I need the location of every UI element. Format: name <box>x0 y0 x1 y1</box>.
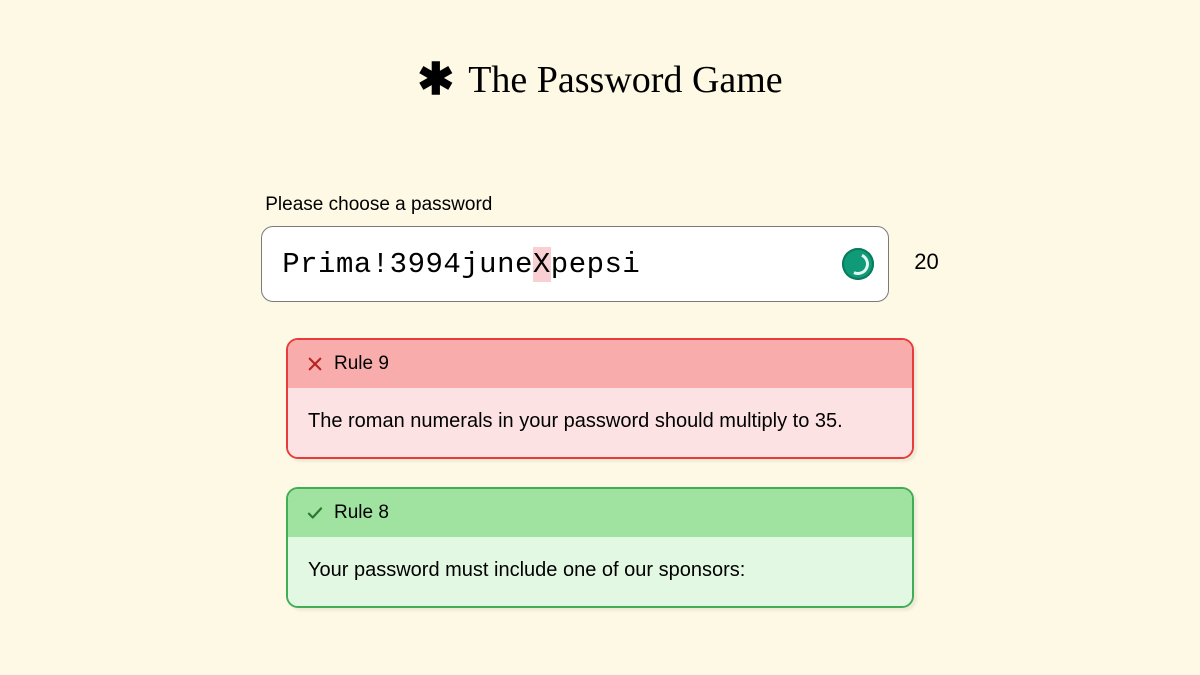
rule-header: Rule 9 <box>288 340 912 388</box>
rule-card: Rule 9 The roman numerals in your passwo… <box>286 338 914 459</box>
password-value: Prima!3994juneXpepsi <box>282 248 640 281</box>
rule-header: Rule 8 <box>288 489 912 537</box>
password-section: Please choose a password Prima!3994juneX… <box>261 194 938 302</box>
password-label: Please choose a password <box>265 194 889 216</box>
char-count: 20 <box>914 249 938 275</box>
page-title: ✱ The Password Game <box>417 58 782 102</box>
title-text: The Password Game <box>468 58 782 102</box>
grammarly-icon[interactable] <box>842 248 874 280</box>
rule-card: Rule 8 Your password must include one of… <box>286 487 914 608</box>
rule-body: Your password must include one of our sp… <box>288 537 912 606</box>
rule-body: The roman numerals in your password shou… <box>288 388 912 457</box>
rules-list: Rule 9 The roman numerals in your passwo… <box>286 338 914 608</box>
password-input[interactable]: Prima!3994juneXpepsi <box>261 226 889 302</box>
asterisk-icon: ✱ <box>417 58 454 102</box>
rule-title: Rule 8 <box>334 502 389 524</box>
x-icon <box>306 355 324 373</box>
highlighted-char: X <box>533 247 551 282</box>
check-icon <box>306 504 324 522</box>
rule-title: Rule 9 <box>334 353 389 375</box>
